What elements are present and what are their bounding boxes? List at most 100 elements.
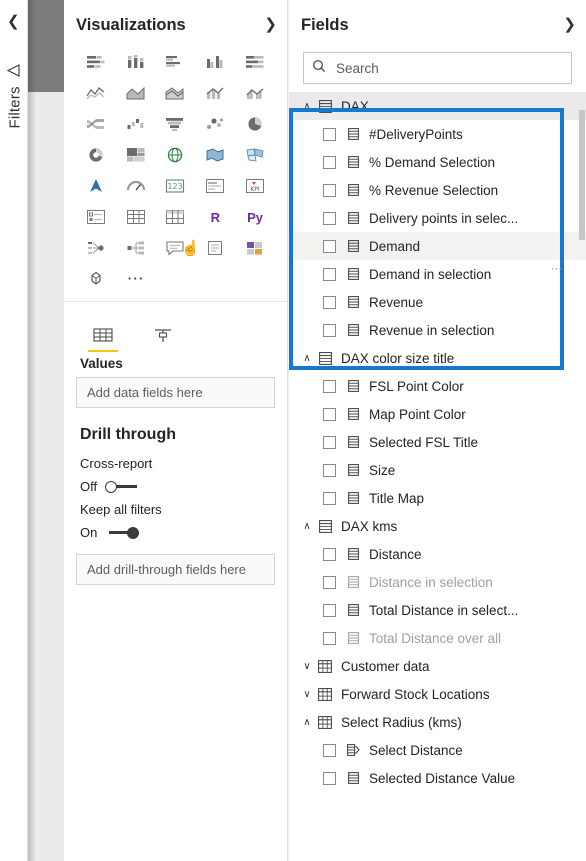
- keep-all-filters-toggle[interactable]: [105, 526, 140, 539]
- clustered-bar-chart-icon[interactable]: [160, 50, 190, 74]
- cross-report-toggle-row[interactable]: Off: [64, 473, 287, 496]
- field-row[interactable]: Demand ☝: [181, 232, 586, 260]
- visual-type-gallery[interactable]: 123 KPI R Py ⋯: [64, 50, 287, 291]
- matrix-icon[interactable]: [160, 205, 190, 229]
- format-well-tab[interactable]: [146, 314, 180, 348]
- pie-chart-icon[interactable]: [240, 112, 270, 136]
- values-drop-zone[interactable]: Add data fields here: [76, 377, 275, 408]
- chevron-up-icon[interactable]: ∧: [299, 353, 315, 364]
- map-icon[interactable]: [160, 143, 190, 167]
- field-checkbox[interactable]: [323, 771, 336, 785]
- fields-group-row[interactable]: ∧ DAX color size title: [289, 344, 586, 372]
- field-row[interactable]: Total Distance in select...: [289, 596, 586, 624]
- fields-group-row[interactable]: ∨ Customer data: [289, 652, 586, 680]
- waterfall-chart-icon[interactable]: [121, 112, 151, 136]
- field-row[interactable]: Demand in selection: [289, 260, 586, 288]
- scatter-chart-icon[interactable]: [200, 112, 230, 136]
- field-row[interactable]: Selected FSL Title: [289, 428, 586, 456]
- field-checkbox[interactable]: [323, 463, 336, 477]
- fields-group-row[interactable]: ∧ DAX kms: [289, 512, 586, 540]
- chevron-left-icon[interactable]: ❮: [7, 14, 20, 29]
- line-stacked-column-chart-icon[interactable]: [200, 81, 230, 105]
- field-checkbox[interactable]: [323, 267, 336, 281]
- fields-group-row[interactable]: ∧ Select Radius (kms): [289, 708, 586, 736]
- area-chart-icon[interactable]: [121, 81, 151, 105]
- field-checkbox[interactable]: [323, 407, 336, 421]
- treemap-icon[interactable]: [121, 143, 151, 167]
- paginated-report-icon[interactable]: [200, 236, 230, 260]
- card-icon[interactable]: 123: [160, 174, 190, 198]
- field-row[interactable]: Total Distance over all: [289, 624, 586, 652]
- field-row[interactable]: Distance in selection: [289, 568, 586, 596]
- multi-row-card-icon[interactable]: [200, 174, 230, 198]
- chevron-up-icon[interactable]: ∧: [299, 101, 315, 112]
- chevron-up-icon[interactable]: ∧: [299, 521, 315, 532]
- get-more-visuals-icon[interactable]: [81, 267, 111, 291]
- field-checkbox[interactable]: [323, 743, 336, 757]
- slicer-icon[interactable]: [81, 205, 111, 229]
- field-checkbox[interactable]: [323, 295, 336, 309]
- fields-group-row[interactable]: ∧ DAX: [289, 92, 586, 120]
- field-row[interactable]: FSL Point Color: [289, 372, 586, 400]
- search-input[interactable]: [334, 59, 563, 77]
- kpi-icon[interactable]: KPI: [240, 174, 270, 198]
- field-row[interactable]: % Revenue Selection: [289, 176, 586, 204]
- python-visual-icon[interactable]: Py: [240, 205, 270, 229]
- chevron-down-icon[interactable]: ∨: [299, 661, 315, 672]
- chevron-right-icon[interactable]: ❯: [264, 15, 277, 33]
- field-row[interactable]: Revenue: [289, 288, 586, 316]
- field-checkbox[interactable]: [323, 575, 336, 589]
- arcgis-map-icon[interactable]: [81, 174, 111, 198]
- drill-through-drop-zone[interactable]: Add drill-through fields here: [76, 554, 275, 585]
- field-row[interactable]: Revenue in selection: [289, 316, 586, 344]
- filled-map-icon[interactable]: [200, 143, 230, 167]
- fields-group-row[interactable]: ∨ Forward Stock Locations: [289, 680, 586, 708]
- line-clustered-column-chart-icon[interactable]: [240, 81, 270, 105]
- field-row[interactable]: Selected Distance Value: [289, 764, 586, 792]
- field-checkbox[interactable]: [323, 183, 336, 197]
- field-row[interactable]: Size: [289, 456, 586, 484]
- shape-map-icon[interactable]: [240, 143, 270, 167]
- line-chart-icon[interactable]: [81, 81, 111, 105]
- table-icon[interactable]: [121, 205, 151, 229]
- power-apps-icon[interactable]: [240, 236, 270, 260]
- field-wells-tabs[interactable]: [64, 310, 287, 352]
- field-checkbox[interactable]: [323, 435, 336, 449]
- stacked-column-chart-icon[interactable]: [121, 50, 151, 74]
- field-row[interactable]: % Demand Selection: [289, 148, 586, 176]
- field-checkbox[interactable]: [323, 547, 336, 561]
- fields-well-tab[interactable]: [86, 314, 120, 352]
- cross-report-toggle[interactable]: [105, 480, 139, 493]
- filters-rail[interactable]: ❮ Filters: [0, 0, 28, 861]
- donut-chart-icon[interactable]: [81, 143, 111, 167]
- field-row[interactable]: Select Distance: [289, 736, 586, 764]
- ribbon-chart-icon[interactable]: [81, 112, 111, 136]
- fields-scrollbar[interactable]: [579, 110, 585, 240]
- 100-stacked-bar-chart-icon[interactable]: [240, 50, 270, 74]
- funnel-chart-icon[interactable]: [160, 112, 190, 136]
- fields-search-box[interactable]: [303, 52, 572, 84]
- field-row[interactable]: Delivery points in selec...: [289, 204, 586, 232]
- field-row[interactable]: Map Point Color: [289, 400, 586, 428]
- r-script-visual-icon[interactable]: R: [200, 205, 230, 229]
- fields-tree[interactable]: ∧ DAX #DeliveryPoints % Demand Selection % R…: [181, 92, 586, 792]
- stacked-area-chart-icon[interactable]: [160, 81, 190, 105]
- clustered-column-chart-icon[interactable]: [200, 50, 230, 74]
- field-checkbox[interactable]: [323, 155, 336, 169]
- gauge-icon[interactable]: [121, 174, 151, 198]
- pin-icon[interactable]: [6, 64, 21, 79]
- keep-all-filters-toggle-row[interactable]: On: [64, 519, 287, 542]
- field-checkbox[interactable]: [323, 603, 336, 617]
- chevron-right-icon[interactable]: ❯: [563, 15, 576, 33]
- key-influencers-icon[interactable]: [81, 236, 111, 260]
- field-row[interactable]: Title Map: [289, 484, 586, 512]
- field-checkbox[interactable]: [323, 211, 336, 225]
- stacked-bar-chart-icon[interactable]: [81, 50, 111, 74]
- field-checkbox[interactable]: [323, 491, 336, 505]
- field-row[interactable]: #DeliveryPoints: [289, 120, 586, 148]
- chevron-down-icon[interactable]: ∨: [299, 689, 315, 700]
- field-checkbox[interactable]: [323, 323, 336, 337]
- field-checkbox[interactable]: [323, 239, 336, 253]
- field-checkbox[interactable]: [323, 127, 336, 141]
- field-row[interactable]: Distance: [289, 540, 586, 568]
